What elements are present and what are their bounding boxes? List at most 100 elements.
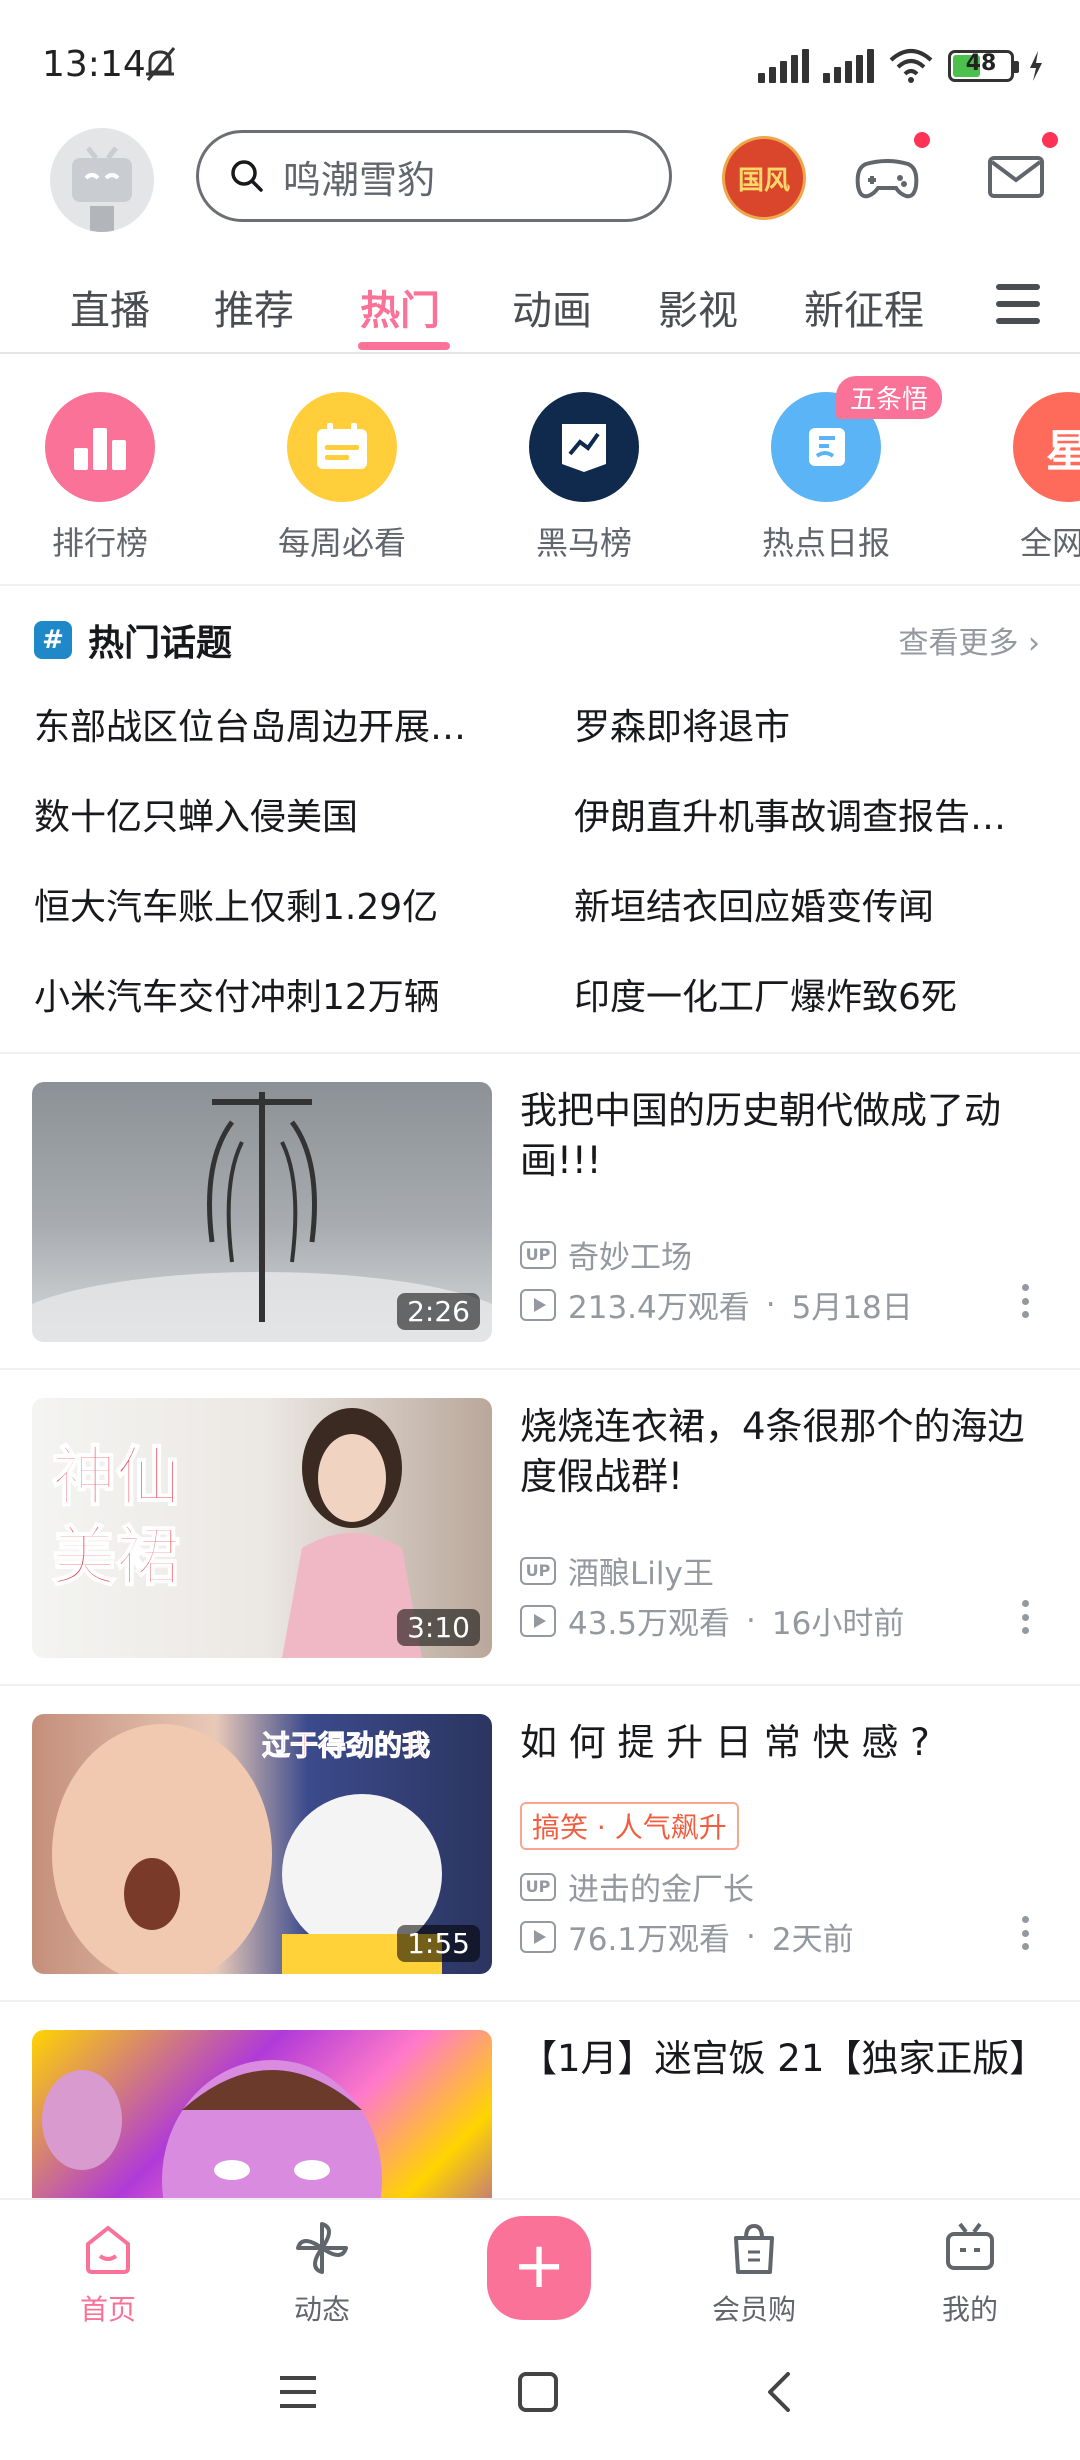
back-icon[interactable]: [758, 2370, 802, 2414]
ranking-entry[interactable]: 排行榜: [0, 392, 200, 564]
topic-item[interactable]: 伊朗直升机事故调查报告…: [574, 788, 1006, 840]
nav-mine[interactable]: 我的: [900, 2218, 1040, 2328]
web-hot-icon: 星: [1013, 392, 1080, 502]
search-input[interactable]: 鸣潮雪豹: [196, 130, 672, 222]
mail-notification-dot: [1042, 132, 1058, 148]
video-title[interactable]: 【1月】迷宫饭 21【独家正版】: [520, 2034, 1046, 2084]
signal-hd-icon: [823, 49, 874, 83]
nav-dynamic[interactable]: 动态: [252, 2218, 392, 2328]
topic-item[interactable]: 罗森即将退市: [574, 698, 790, 750]
video-card[interactable]: 【1月】迷宫饭 21【独家正版】: [0, 2004, 1080, 2198]
tab-anime[interactable]: 动画: [512, 278, 592, 336]
video-thumbnail[interactable]: 过于得劲的我 1:55: [32, 1714, 492, 1974]
game-notification-dot: [914, 132, 930, 148]
menu-icon[interactable]: [996, 284, 1040, 324]
battery-icon: 48: [948, 50, 1019, 82]
event-icon-text: 国风: [737, 165, 790, 196]
video-card[interactable]: 过于得劲的我 1:55 如 何 提 升 日 常 快 感 ? 搞笑 · 人气飙升 …: [0, 1688, 1080, 2002]
uploader-row[interactable]: UP 进击的金厂长: [520, 1864, 754, 1909]
system-navigation-bar: [0, 2330, 1080, 2460]
dark-horse-entry[interactable]: 黑马榜: [484, 392, 684, 564]
home-icon: [86, 2225, 130, 2274]
ranking-label: 排行榜: [51, 524, 148, 562]
weekly-must-watch-entry[interactable]: 每周必看: [242, 392, 442, 564]
thumbnail-caption: 过于得劲的我: [261, 1729, 431, 1763]
topic-item[interactable]: 印度一化工厂爆炸致6死: [574, 968, 957, 1020]
video-card[interactable]: 神仙美裙 3:10 烧烧连衣裙，4条很那个的海边度假战群! UP 酒酿Lily王…: [0, 1372, 1080, 1686]
category-tabs: 直播 推荐 热门 动画 影视 新征程: [0, 258, 1080, 354]
topic-item[interactable]: 小米汽车交付冲刺12万辆: [34, 968, 440, 1020]
status-time: 13:14: [42, 44, 146, 85]
game-controller-icon[interactable]: [852, 142, 922, 212]
video-title[interactable]: 烧烧连衣裙，4条很那个的海边度假战群!: [520, 1402, 1040, 1502]
video-thumbnail[interactable]: 2:26: [32, 1082, 492, 1342]
topic-item[interactable]: 东部战区位台岛周边开展…: [34, 698, 466, 750]
play-count-icon: [520, 1920, 556, 1953]
nav-home[interactable]: 首页: [38, 2218, 178, 2328]
event-icon[interactable]: 国风: [722, 136, 806, 220]
topic-item[interactable]: 新垣结衣回应婚变传闻: [574, 878, 934, 930]
more-options-icon[interactable]: [1022, 1284, 1030, 1318]
video-title[interactable]: 如 何 提 升 日 常 快 感 ?: [520, 1718, 1040, 1768]
uploader-row[interactable]: UP 奇妙工场: [520, 1232, 692, 1277]
publish-time: 2天前: [771, 1922, 854, 1958]
hot-topics-title: 热门话题: [88, 623, 233, 664]
nav-member-shop[interactable]: 会员购: [684, 2218, 824, 2328]
video-duration: 2:26: [397, 1293, 480, 1330]
uploader-name: 奇妙工场: [568, 1240, 692, 1276]
nav-dynamic-label: 动态: [293, 2293, 350, 2326]
nav-home-label: 首页: [79, 2293, 136, 2326]
charging-icon: [1030, 51, 1042, 81]
play-count-icon: [520, 1604, 556, 1637]
more-options-icon[interactable]: [1022, 1916, 1030, 1950]
hot-topics-header: # 热门话题: [34, 614, 232, 666]
tab-hot[interactable]: 热门: [360, 278, 440, 336]
daily-hot-label: 热点日报: [761, 524, 890, 562]
bell-off-icon: [146, 47, 176, 81]
home-button-icon[interactable]: [516, 2370, 560, 2414]
video-tag[interactable]: 搞笑 · 人气飙升: [520, 1802, 739, 1850]
video-thumbnail[interactable]: [32, 2030, 492, 2198]
nav-member-shop-label: 会员购: [711, 2293, 796, 2326]
signal-icon: [758, 49, 809, 83]
up-icon: UP: [520, 1556, 556, 1585]
web-hot-label: 全网热: [1019, 524, 1080, 562]
upload-plus-button[interactable]: +: [487, 2216, 591, 2320]
battery-level: 48: [965, 51, 997, 76]
mail-icon[interactable]: [984, 144, 1048, 208]
calendar-icon: [287, 392, 397, 502]
see-more-link[interactable]: 查看更多 ›: [898, 618, 1040, 662]
up-icon: UP: [520, 1240, 556, 1269]
web-hot-icon-text: 星: [1046, 415, 1080, 479]
bottom-navigation: 首页 动态 + 会员购 我的: [0, 2198, 1080, 2328]
tab-live[interactable]: 直播: [70, 278, 150, 336]
more-options-icon[interactable]: [1022, 1600, 1030, 1634]
up-icon: UP: [520, 1872, 556, 1901]
search-placeholder: 鸣潮雪豹: [283, 157, 436, 202]
topic-item[interactable]: 恒大汽车账上仅剩1.29亿: [34, 878, 438, 930]
quick-entries: 排行榜 每周必看 黑马榜 热点日报 五条悟 星 全网热: [0, 356, 1080, 586]
topic-item[interactable]: 数十亿只蝉入侵美国: [34, 788, 358, 840]
weekly-label: 每周必看: [277, 524, 406, 562]
tab-recommend[interactable]: 推荐: [214, 278, 294, 336]
shopping-bag-icon: [734, 2223, 774, 2274]
avatar[interactable]: [50, 128, 154, 232]
daily-hot-badge: 五条悟: [836, 376, 943, 419]
active-tab-indicator: [358, 342, 450, 350]
video-card[interactable]: 2:26 我把中国的历史朝代做成了动画!!! UP 奇妙工场 213.4万观看 …: [0, 1056, 1080, 1370]
uploader-row[interactable]: UP 酒酿Lily王: [520, 1548, 714, 1593]
default-avatar-icon: [72, 146, 132, 232]
stats-row: 76.1万观看 · 2天前: [520, 1914, 854, 1959]
ranking-icon: [45, 392, 155, 502]
play-count-icon: [520, 1288, 556, 1321]
web-hot-entry[interactable]: 星 全网热: [968, 392, 1080, 564]
video-title[interactable]: 我把中国的历史朝代做成了动画!!!: [520, 1086, 1040, 1186]
video-thumbnail[interactable]: 神仙美裙 3:10: [32, 1398, 492, 1658]
search-icon: [231, 160, 263, 192]
recent-apps-icon[interactable]: [276, 2370, 320, 2414]
header: 鸣潮雪豹 国风: [0, 120, 1080, 240]
tab-film[interactable]: 影视: [658, 278, 738, 336]
tab-new-journey[interactable]: 新征程: [804, 278, 924, 336]
video-duration: 1:55: [397, 1925, 480, 1962]
stats-row: 213.4万观看 · 5月18日: [520, 1282, 913, 1327]
